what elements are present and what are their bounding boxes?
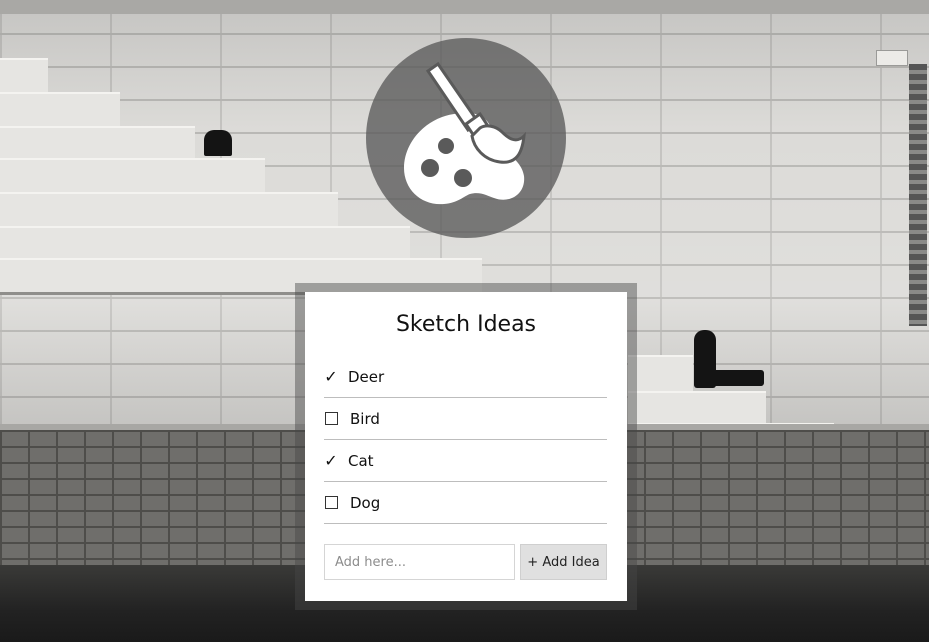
wall-top-band xyxy=(0,0,929,14)
stair-step xyxy=(0,158,265,195)
stair-step xyxy=(0,92,120,129)
checkmark-icon: ✓ xyxy=(324,366,338,386)
seated-person xyxy=(204,130,232,156)
list-item-label: Cat xyxy=(348,451,374,470)
add-idea-input[interactable] xyxy=(324,544,515,580)
list-item-label: Bird xyxy=(350,409,380,428)
list-item-bird[interactable]: Bird xyxy=(324,398,607,440)
list-item-deer[interactable]: ✓ Deer xyxy=(324,356,607,398)
stair-step xyxy=(628,355,693,394)
ideas-list: ✓ Deer Bird ✓ Cat Dog xyxy=(324,356,607,524)
add-idea-button[interactable]: + Add Idea xyxy=(520,544,607,580)
paint-palette-brush-icon xyxy=(404,61,526,205)
checkmark-icon: ✓ xyxy=(324,450,338,470)
list-item-label: Dog xyxy=(350,493,381,512)
stair-step xyxy=(0,58,48,95)
card-title: Sketch Ideas xyxy=(395,312,537,337)
logo xyxy=(366,38,566,238)
unchecked-box-icon xyxy=(325,412,338,425)
stair-step xyxy=(0,226,410,261)
list-item-dog[interactable]: Dog xyxy=(324,482,607,524)
wall-plaque xyxy=(876,50,908,66)
stair-step xyxy=(0,192,338,229)
wall-pillar xyxy=(909,64,927,326)
stair-step xyxy=(628,391,766,426)
unchecked-box-icon xyxy=(325,496,338,509)
sketch-ideas-card: Sketch Ideas ✓ Deer Bird ✓ Cat Dog + Add… xyxy=(305,292,627,601)
page: Sketch Ideas ✓ Deer Bird ✓ Cat Dog + Add… xyxy=(0,0,929,642)
list-item-cat[interactable]: ✓ Cat xyxy=(324,440,607,482)
list-item-label: Deer xyxy=(348,367,385,386)
stair-step xyxy=(0,126,195,161)
add-idea-row: + Add Idea xyxy=(324,544,607,580)
seated-person-legs xyxy=(712,370,764,386)
